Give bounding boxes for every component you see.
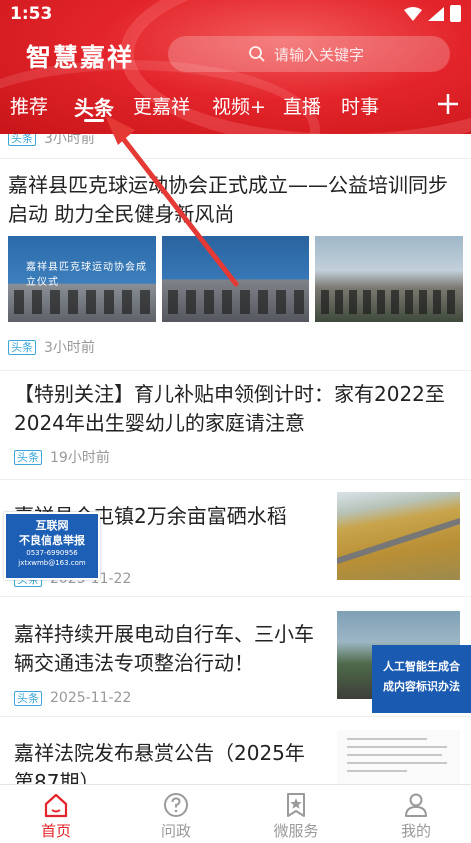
wifi-icon	[404, 6, 422, 21]
nav-inquiry[interactable]: 问政	[136, 791, 216, 841]
article-title[interactable]: 【特别关注】育儿补贴申领倒计时：家有2022至2024年出生婴幼儿的家庭请注意	[14, 380, 454, 438]
signal-icon	[428, 6, 444, 21]
nav-home-label: 首页	[40, 822, 71, 840]
article-image-row: 嘉祥县匹克球运动协会成立仪式	[8, 236, 464, 322]
channel-tabs: 推荐 头条 更嘉祥 视频+ 直播 时事	[0, 92, 471, 122]
article-image	[315, 236, 464, 322]
tab-more-jiaxiang[interactable]: 更嘉祥	[133, 92, 190, 119]
tab-video[interactable]: 视频+	[212, 92, 266, 119]
partial-article-meta: 头条 3小时前	[8, 134, 95, 148]
search-icon	[249, 46, 265, 62]
nav-profile-label: 我的	[400, 822, 431, 840]
home-icon	[44, 793, 68, 818]
nav-inquiry-label: 问政	[160, 822, 191, 840]
app-screen: 1:53 智慧嘉祥 请输入关键字 推荐 头条 更嘉祥 视频+ 直播 时事 头条 …	[0, 0, 471, 843]
divider	[0, 370, 471, 371]
question-icon	[164, 793, 188, 817]
article-title[interactable]: 嘉祥法院发布悬赏公告（2025年第87期）	[14, 739, 324, 784]
image-caption: 嘉祥县匹克球运动协会成立仪式	[26, 262, 147, 288]
divider	[0, 596, 471, 597]
ai-badge-line2: 成内容标识办法	[383, 680, 460, 693]
header: 1:53 智慧嘉祥 请输入关键字 推荐 头条 更嘉祥 视频+ 直播 时事	[0, 0, 471, 134]
tab-current-affairs[interactable]: 时事	[341, 92, 379, 119]
tab-recommend[interactable]: 推荐	[10, 92, 48, 119]
report-badge-subtitle: 不良信息举报	[19, 534, 85, 547]
divider	[0, 716, 471, 717]
report-badge[interactable]: 互联网 不良信息举报 0537-6990956 jxtxwmb@163.com	[4, 512, 100, 580]
status-time: 1:53	[10, 4, 53, 24]
ai-content-badge[interactable]: 人工智能生成合 成内容标识办法	[372, 645, 471, 713]
nav-home[interactable]: 首页	[16, 791, 96, 841]
article-meta: 头条 2025-11-22	[14, 690, 131, 706]
article-tag: 头条	[8, 134, 36, 146]
article-tag: 头条	[14, 449, 42, 465]
star-bookmark-icon	[287, 793, 305, 817]
article-thumbnail	[337, 492, 460, 580]
search-bar[interactable]: 请输入关键字	[168, 36, 450, 72]
article-tag: 头条	[14, 690, 42, 706]
article-time: 3小时前	[44, 340, 95, 356]
divider	[0, 479, 471, 480]
user-icon	[405, 793, 427, 817]
article-thumbnail	[337, 730, 460, 784]
ai-badge-line1: 人工智能生成合	[383, 660, 460, 673]
article-time: 3小时前	[44, 134, 95, 147]
article-title[interactable]: 嘉祥县匹克球运动协会正式成立——公益培训同步启动 助力全民健身新风尚	[8, 171, 463, 229]
article-title[interactable]: 嘉祥持续开展电动自行车、三小车辆交通违法专项整治行动！	[14, 620, 324, 678]
search-placeholder: 请输入关键字	[274, 45, 365, 64]
divider	[0, 158, 471, 159]
battery-icon	[450, 5, 461, 22]
bottom-nav: 首页 问政 微服务 我的	[0, 784, 471, 843]
nav-services-label: 微服务	[273, 822, 319, 840]
article-meta: 头条 19小时前	[14, 447, 110, 467]
report-badge-email: jxtxwmb@163.com	[18, 559, 86, 567]
article-tag: 头条	[8, 339, 36, 355]
app-brand-logo: 智慧嘉祥	[26, 43, 135, 72]
article-image	[161, 236, 310, 322]
nav-services[interactable]: 微服务	[256, 791, 336, 841]
article-meta: 头条 3小时前	[8, 337, 95, 357]
report-badge-title: 互联网	[35, 519, 69, 532]
article-time: 2025-11-22	[50, 690, 132, 706]
article-time: 19小时前	[50, 450, 110, 466]
tab-headlines[interactable]: 头条	[74, 92, 114, 121]
status-bar: 1:53	[0, 0, 471, 28]
nav-profile[interactable]: 我的	[376, 791, 456, 841]
tab-live[interactable]: 直播	[283, 92, 321, 119]
article-image: 嘉祥县匹克球运动协会成立仪式	[8, 236, 156, 322]
add-channel-icon[interactable]	[436, 92, 460, 116]
status-icons	[404, 5, 461, 22]
report-badge-phone: 0537-6990956	[26, 549, 78, 557]
active-tab-indicator	[84, 119, 104, 122]
